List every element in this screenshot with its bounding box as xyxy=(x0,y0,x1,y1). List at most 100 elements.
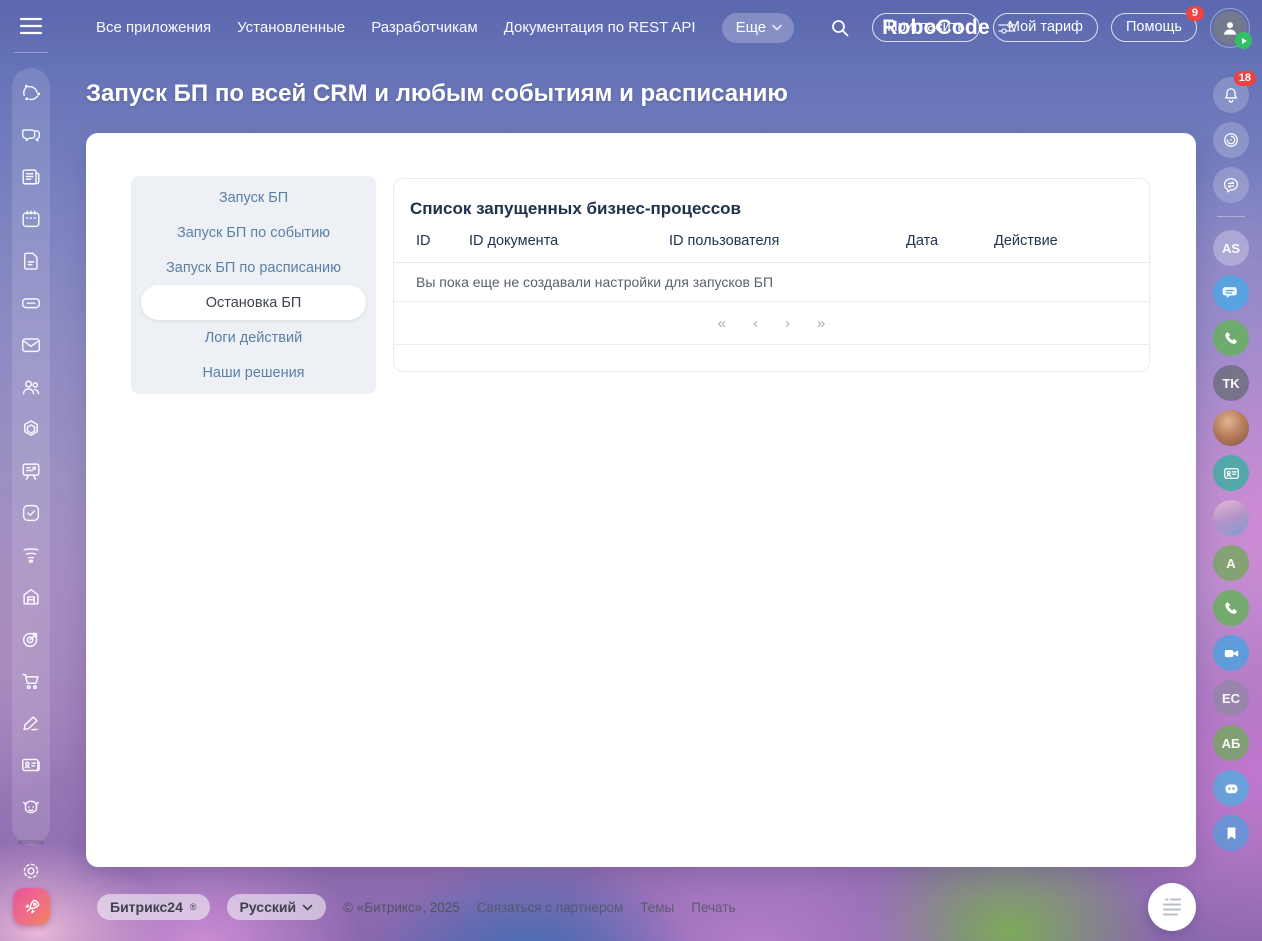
telephony-button-2[interactable] xyxy=(1213,590,1249,626)
nav-all-apps[interactable]: Все приложения xyxy=(96,19,211,36)
sidebar-item-messenger[interactable] xyxy=(20,124,42,146)
sidebar-item-pulse[interactable] xyxy=(20,82,42,104)
topbar: Все приложения Установленные Разработчик… xyxy=(0,0,1262,55)
column-document-id: ID документа xyxy=(469,233,669,249)
chevron-down-icon xyxy=(772,24,782,31)
nav-rest-api-docs[interactable]: Документация по REST API xyxy=(504,19,696,36)
hexagon-icon xyxy=(20,418,42,440)
sidebar-item-crm[interactable] xyxy=(20,376,42,398)
avatar-a[interactable]: A xyxy=(1213,545,1249,581)
messenger-button[interactable] xyxy=(1213,275,1249,311)
menu-item-run-bp-event[interactable]: Запуск БП по событию xyxy=(141,215,366,250)
search-icon[interactable] xyxy=(830,18,850,38)
menu-item-run-bp-schedule[interactable]: Запуск БП по расписанию xyxy=(141,250,366,285)
nav-developers[interactable]: Разработчикам xyxy=(371,19,477,36)
people-icon xyxy=(20,376,42,398)
pagination-prev[interactable]: ‹ xyxy=(753,316,758,331)
avatar-tk[interactable]: TK xyxy=(1213,365,1249,401)
menu-item-our-solutions[interactable]: Наши решения xyxy=(141,355,366,390)
bell-icon xyxy=(1221,85,1241,105)
robot-head-icon xyxy=(1222,779,1241,798)
invite-button[interactable]: Пригласить xyxy=(872,13,980,42)
sidebar-item-store[interactable] xyxy=(20,670,42,692)
sidebar-item-ai[interactable] xyxy=(20,796,42,818)
chat-switch-button[interactable] xyxy=(1213,167,1249,203)
news-icon xyxy=(20,166,42,188)
pagination: « ‹ › » xyxy=(394,302,1149,345)
sidebar-item-calendar[interactable] xyxy=(20,208,42,230)
sidebar-item-whiteboard[interactable] xyxy=(20,460,42,482)
chat-lines-icon xyxy=(1221,283,1241,303)
bookmarks-button[interactable] xyxy=(1213,815,1249,851)
sidebar-item-drive[interactable] xyxy=(20,292,42,314)
notifications-button[interactable]: 18 xyxy=(1213,77,1249,113)
menu-item-stop-bp[interactable]: Остановка БП xyxy=(141,285,366,320)
nav-installed[interactable]: Установленные xyxy=(237,19,345,36)
cart-icon xyxy=(20,670,42,692)
avatar-as[interactable]: AS xyxy=(1213,230,1249,266)
sidebar-item-shop[interactable] xyxy=(20,586,42,608)
sidebar-item-tasks[interactable] xyxy=(20,502,42,524)
mail-icon xyxy=(20,334,42,356)
divider xyxy=(14,52,48,53)
market-button[interactable] xyxy=(13,888,50,925)
quick-menu-button[interactable] xyxy=(1148,883,1196,931)
sidebar-item-sign[interactable] xyxy=(20,712,42,734)
footer-brand: Битрикс24 xyxy=(110,899,183,915)
sidebar-item-sales-funnel[interactable] xyxy=(20,544,42,566)
my-plan-button[interactable]: Мой тариф xyxy=(993,13,1098,42)
rocket-icon xyxy=(22,897,42,917)
network-icon xyxy=(20,82,42,104)
right-sidebar: 18 AS TK A ЕС АБ xyxy=(1213,77,1249,851)
help-button[interactable]: Помощь 9 xyxy=(1111,13,1197,42)
panel-title: Список запущенных бизнес-процессов xyxy=(394,179,1149,219)
contact-card-button[interactable] xyxy=(1213,455,1249,491)
settings-button[interactable] xyxy=(20,860,42,882)
footer: Битрикс24® Русский © «Битрикс», 2025 Свя… xyxy=(97,893,736,921)
pagination-last[interactable]: » xyxy=(817,316,825,331)
avatar-photo[interactable] xyxy=(1213,410,1249,446)
user-avatar[interactable] xyxy=(1210,8,1250,48)
app-menu: Запуск БП Запуск БП по событию Запуск БП… xyxy=(131,176,376,394)
sidebar-item-contacts[interactable] xyxy=(20,754,42,776)
avatar-ab[interactable]: АБ xyxy=(1213,725,1249,761)
sidebar-item-news[interactable] xyxy=(20,166,42,188)
pagination-first[interactable]: « xyxy=(718,316,726,331)
column-action: Действие xyxy=(994,233,1149,249)
chat-arrows-icon xyxy=(1221,175,1241,195)
bot-button[interactable] xyxy=(1213,770,1249,806)
menu-item-run-bp[interactable]: Запуск БП xyxy=(141,180,366,215)
sidebar-item-mail[interactable] xyxy=(20,334,42,356)
topbar-actions: Пригласить Мой тариф Помощь 9 xyxy=(872,0,1197,55)
phone-icon xyxy=(1222,329,1241,348)
calendar-icon xyxy=(20,208,42,230)
notifications-badge: 18 xyxy=(1234,71,1256,86)
bookmark-icon xyxy=(1223,825,1240,842)
copilot-button[interactable] xyxy=(1213,122,1249,158)
pagination-next[interactable]: › xyxy=(785,316,790,331)
sidebar-item-automation[interactable] xyxy=(20,418,42,440)
hamburger-menu-icon[interactable] xyxy=(18,16,44,36)
bitrix24-logo-button[interactable]: Битрикс24® xyxy=(97,894,210,920)
document-icon xyxy=(20,250,42,272)
avatar-es[interactable]: ЕС xyxy=(1213,680,1249,716)
sidebar-item-documents[interactable] xyxy=(20,250,42,272)
checkbox-icon xyxy=(20,502,42,524)
video-call-button[interactable] xyxy=(1213,635,1249,671)
contact-card-icon xyxy=(20,754,42,776)
language-selector[interactable]: Русский xyxy=(227,894,327,920)
themes-link[interactable]: Темы xyxy=(640,900,674,915)
sidebar-divider xyxy=(18,840,44,844)
copilot-icon xyxy=(1221,130,1241,150)
print-link[interactable]: Печать xyxy=(691,900,735,915)
funnel-icon xyxy=(20,544,42,566)
more-button[interactable]: Еще xyxy=(722,13,795,43)
drive-icon xyxy=(20,292,42,314)
menu-item-action-logs[interactable]: Логи действий xyxy=(141,320,366,355)
telephony-button[interactable] xyxy=(1213,320,1249,356)
avatar-photo-2[interactable] xyxy=(1213,500,1249,536)
contact-partner-link[interactable]: Связаться с партнером xyxy=(477,900,623,915)
sidebar-item-marketing[interactable] xyxy=(20,628,42,650)
gear-icon xyxy=(20,860,42,882)
left-sidebar xyxy=(12,68,50,845)
